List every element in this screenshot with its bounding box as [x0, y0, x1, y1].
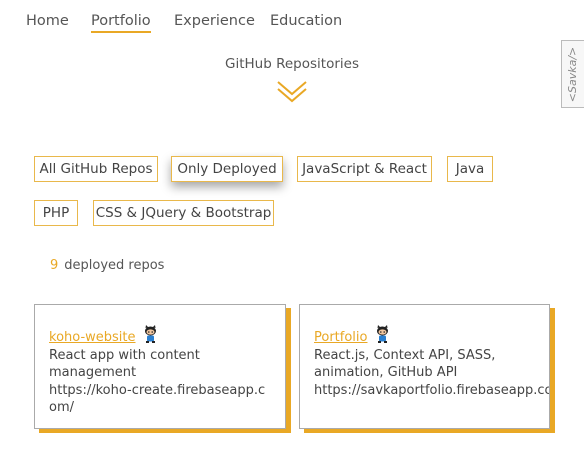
- filter-javascript-react[interactable]: JavaScript & React: [297, 156, 432, 182]
- nav-portfolio[interactable]: Portfolio: [91, 13, 151, 33]
- filter-all-repos[interactable]: All GitHub Repos: [34, 156, 158, 182]
- repo-link[interactable]: koho-website: [49, 330, 136, 345]
- repo-card: Portfolio React.js, Context API, SASS, a…: [299, 304, 550, 429]
- repo-url: https://koho-create.firebaseapp.com/: [49, 382, 266, 416]
- repo-card-header: koho-website: [49, 325, 271, 347]
- repo-link[interactable]: Portfolio: [314, 330, 367, 345]
- filter-css-jquery-bootstrap[interactable]: CSS & JQuery & Bootstrap: [93, 200, 274, 226]
- section-title-wrap: GitHub Repositories: [0, 56, 584, 72]
- filter-only-deployed[interactable]: Only Deployed: [171, 156, 283, 182]
- repo-count-number: 9: [50, 258, 59, 273]
- repo-count: 9 deployed repos: [50, 258, 164, 273]
- repo-description: React.js, Context API, SASS, animation, …: [314, 347, 496, 381]
- repo-description: React app with content management: [49, 347, 200, 381]
- repo-card-header: Portfolio: [314, 325, 535, 347]
- repo-card: koho-website React app with content mana…: [34, 304, 286, 429]
- filter-php[interactable]: PHP: [34, 200, 78, 226]
- double-chevron-down-icon[interactable]: [277, 80, 307, 104]
- repo-count-label: deployed repos: [64, 258, 165, 273]
- repo-url: https://savkaportfolio.firebaseapp.com: [314, 382, 550, 398]
- side-logo-tab[interactable]: <Savka/>: [561, 40, 584, 108]
- nav-education[interactable]: Education: [270, 13, 342, 29]
- side-logo-label: <Savka/>: [566, 46, 580, 102]
- filter-java[interactable]: Java: [447, 156, 493, 182]
- nav-experience[interactable]: Experience: [174, 13, 255, 29]
- octocat-icon: [376, 325, 388, 343]
- octocat-icon: [144, 325, 156, 343]
- nav-home[interactable]: Home: [26, 13, 69, 29]
- section-title: GitHub Repositories: [225, 56, 359, 72]
